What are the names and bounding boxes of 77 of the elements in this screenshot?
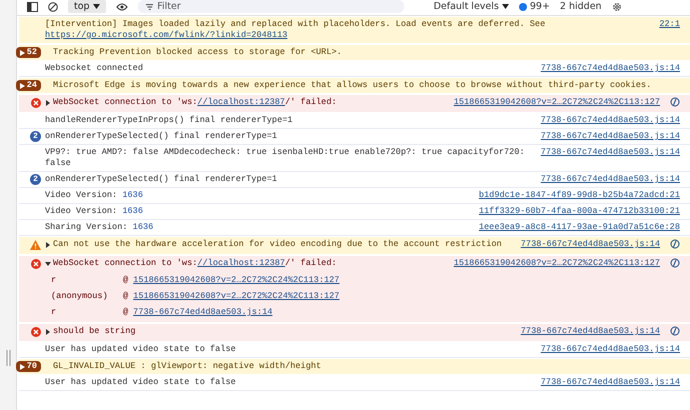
message-link[interactable]: //localhost:12387 bbox=[197, 258, 286, 268]
error-icon bbox=[31, 258, 41, 268]
stack-location-link[interactable]: 7738-667c74ed4d8ae503.js:14 bbox=[133, 307, 272, 318]
stack-function: r bbox=[51, 307, 58, 318]
message-count-badge[interactable]: 70 bbox=[16, 361, 41, 372]
stack-function: (anonymous) bbox=[51, 291, 109, 302]
message-text: Sharing Version: 1636 bbox=[45, 222, 154, 233]
sidebar-toggle-icon[interactable] bbox=[27, 2, 38, 12]
source-link[interactable]: 7738-667c74ed4d8ae503.js:14 bbox=[520, 239, 660, 250]
message-text: Websocket connected bbox=[45, 63, 144, 74]
source-link[interactable]: 7738-667c74ed4d8ae503.js:14 bbox=[540, 147, 680, 158]
expanded-arrow-icon[interactable] bbox=[45, 261, 51, 267]
source-link[interactable]: 11ff3329-60b7-4faa-800a-474712b33100:21 bbox=[478, 206, 680, 217]
message-text: User has updated video state to false bbox=[45, 377, 237, 388]
insight-icon[interactable] bbox=[670, 97, 680, 107]
at-sign: @ bbox=[123, 307, 128, 318]
message-link[interactable]: https://go.microsoft.com/fwlink/?linkid=2048113 bbox=[45, 30, 546, 41]
message-text: Microsoft Edge is moving towards a new experience that allows users to choose to browse without third-party cookies. bbox=[52, 80, 652, 91]
issue-dot-icon bbox=[518, 2, 527, 10]
message-text: should be string bbox=[45, 326, 511, 339]
message-text: WebSocket connection to 'ws://localhost:12387/' failed: bbox=[45, 97, 444, 110]
insight-icon[interactable] bbox=[670, 258, 680, 268]
source-link[interactable]: 7738-667c74ed4d8ae503.js:14 bbox=[540, 377, 680, 388]
splitter-handle-icon[interactable] bbox=[6, 350, 10, 366]
eye-icon[interactable] bbox=[116, 2, 128, 10]
caret-icon bbox=[92, 4, 100, 9]
error-icon bbox=[31, 98, 41, 108]
message-link[interactable]: //localhost:12387 bbox=[197, 97, 286, 107]
insight-icon[interactable] bbox=[670, 326, 680, 336]
error-icon bbox=[31, 326, 41, 336]
source-link[interactable]: 7738-667c74ed4d8ae503.js:14 bbox=[540, 63, 680, 74]
source-link[interactable]: 7738-667c74ed4d8ae503.js:14 bbox=[540, 174, 680, 185]
settings-icon[interactable] bbox=[612, 2, 622, 12]
issues-counter[interactable]: 99+ bbox=[518, 1, 550, 12]
insight-icon[interactable] bbox=[670, 239, 680, 249]
message-text: User has updated video state to false bbox=[45, 344, 237, 355]
source-link[interactable]: 1eee3ea9-a8c8-4117-93ae-91a0d7a51c6e:28 bbox=[478, 222, 680, 233]
message-count-badge[interactable]: 24 bbox=[16, 80, 41, 91]
source-link[interactable]: 7738-667c74ed4d8ae503.js:14 bbox=[540, 115, 680, 126]
filter-field[interactable]: Filter bbox=[138, 0, 404, 13]
repeat-count-badge: 2 bbox=[30, 131, 41, 142]
filter-icon bbox=[146, 4, 154, 10]
stack-location-link[interactable]: 1518665319042608?v=2…2C72%2C24%2C113:127 bbox=[133, 275, 340, 286]
source-link[interactable]: 7738-667c74ed4d8ae503.js:14 bbox=[540, 344, 680, 355]
source-link[interactable]: b1d9dc1e-1847-4f89-99d8-b25b4a72adcd:21 bbox=[478, 190, 680, 201]
source-link[interactable]: 1518665319042608?v=2…2C72%2C24%2C113:127 bbox=[454, 258, 660, 269]
message-text: handleRendererTypeInProps() final rendererType=1 bbox=[45, 115, 294, 126]
message-text: WebSocket connection to 'ws://localhost:12387/' failed: bbox=[45, 258, 444, 271]
source-link[interactable]: 22:1 bbox=[659, 19, 680, 30]
source-link[interactable]: 7738-667c74ed4d8ae503.js:14 bbox=[540, 131, 680, 142]
stack-location-link[interactable]: 1518665319042608?v=2…2C72%2C24%2C113:127 bbox=[133, 291, 340, 302]
message-text: onRendererTypeSelected() final rendererType=1 bbox=[45, 174, 278, 185]
source-link[interactable]: 1518665319042608?v=2…2C72%2C24%2C113:127 bbox=[454, 97, 660, 108]
clear-console-icon[interactable] bbox=[48, 2, 58, 12]
stack-function: r bbox=[51, 275, 58, 286]
collapsed-arrow-icon[interactable] bbox=[45, 100, 51, 106]
message-text: Tracking Prevention blocked access to storage for <URL>. bbox=[52, 47, 343, 58]
collapsed-arrow-icon[interactable] bbox=[45, 242, 51, 248]
caret-icon bbox=[502, 4, 509, 9]
message-text: Video Version: 1636 bbox=[45, 206, 144, 217]
repeat-count-badge: 2 bbox=[30, 174, 41, 185]
hidden-count: 2 hidden bbox=[560, 1, 602, 12]
message-text: Video Version: 1636 bbox=[45, 190, 144, 201]
message-text: onRendererTypeSelected() final rendererType=1 bbox=[45, 131, 278, 142]
collapsed-arrow-icon[interactable] bbox=[45, 329, 51, 335]
at-sign: @ bbox=[123, 275, 128, 286]
message-text: [Intervention] Images loaded lazily and replaced with placeholders. Load events are deferred. See https://go.microsoft.com/fwlink/?linkid=2048113 bbox=[45, 19, 546, 41]
message-text: GL_INVALID_VALUE : glViewport: negative width/height bbox=[52, 361, 322, 372]
message-count-badge[interactable]: 52 bbox=[16, 47, 41, 58]
message-text: Can not use the hardware acceleration for video encoding due to the account restriction bbox=[45, 239, 511, 252]
context-dropdown[interactable]: top bbox=[68, 0, 106, 13]
log-levels-dropdown[interactable]: Default levels bbox=[434, 1, 509, 12]
message-text: VP9?: true AMD?: false AMDdecodecheck: true isenbaleHD:true enable720p?: true capacityfor720: false bbox=[45, 147, 526, 169]
warning-icon bbox=[30, 240, 41, 250]
at-sign: @ bbox=[123, 291, 128, 302]
source-link[interactable]: 7738-667c74ed4d8ae503.js:14 bbox=[520, 326, 660, 337]
filter-input[interactable]: Filter bbox=[157, 1, 396, 12]
